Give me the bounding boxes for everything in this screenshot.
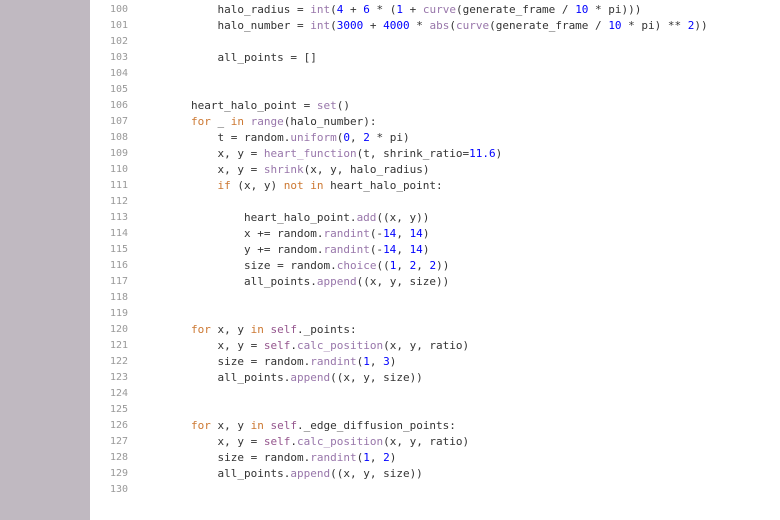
code-content[interactable]: size = random.randint(1, 2) xyxy=(138,450,396,466)
code-line[interactable]: 112 xyxy=(90,194,780,210)
code-line[interactable]: 111 if (x, y) not in heart_halo_point: xyxy=(90,178,780,194)
code-line[interactable]: 124 xyxy=(90,386,780,402)
line-number: 130 xyxy=(90,482,138,498)
code-line[interactable]: 110 x, y = shrink(x, y, halo_radius) xyxy=(90,162,780,178)
code-line[interactable]: 122 size = random.randint(1, 3) xyxy=(90,354,780,370)
line-number: 117 xyxy=(90,274,138,290)
line-number: 125 xyxy=(90,402,138,418)
line-number: 103 xyxy=(90,50,138,66)
code-line[interactable]: 121 x, y = self.calc_position(x, y, rati… xyxy=(90,338,780,354)
code-content[interactable]: all_points = [] xyxy=(138,50,317,66)
line-number: 126 xyxy=(90,418,138,434)
line-number: 129 xyxy=(90,466,138,482)
line-number: 127 xyxy=(90,434,138,450)
code-line[interactable]: 119 xyxy=(90,306,780,322)
code-line[interactable]: 125 xyxy=(90,402,780,418)
code-content[interactable]: all_points.append((x, y, size)) xyxy=(138,466,423,482)
line-number: 112 xyxy=(90,194,138,210)
line-number: 113 xyxy=(90,210,138,226)
line-number: 110 xyxy=(90,162,138,178)
code-line[interactable]: 103 all_points = [] xyxy=(90,50,780,66)
line-number: 101 xyxy=(90,18,138,34)
line-number: 124 xyxy=(90,386,138,402)
code-content[interactable]: x += random.randint(-14, 14) xyxy=(138,226,429,242)
code-content[interactable]: x, y = heart_function(t, shrink_ratio=11… xyxy=(138,146,502,162)
code-content[interactable]: x, y = self.calc_position(x, y, ratio) xyxy=(138,338,469,354)
line-number: 120 xyxy=(90,322,138,338)
code-line[interactable]: 127 x, y = self.calc_position(x, y, rati… xyxy=(90,434,780,450)
code-content[interactable]: if (x, y) not in heart_halo_point: xyxy=(138,178,443,194)
code-content[interactable]: for _ in range(halo_number): xyxy=(138,114,376,130)
code-content[interactable]: size = random.choice((1, 2, 2)) xyxy=(138,258,449,274)
line-number: 118 xyxy=(90,290,138,306)
code-line-container: 100 halo_radius = int(4 + 6 * (1 + curve… xyxy=(90,0,780,498)
code-line[interactable]: 113 heart_halo_point.add((x, y)) xyxy=(90,210,780,226)
code-line[interactable]: 106 heart_halo_point = set() xyxy=(90,98,780,114)
line-number: 100 xyxy=(90,2,138,18)
code-line[interactable]: 128 size = random.randint(1, 2) xyxy=(90,450,780,466)
code-line[interactable]: 105 xyxy=(90,82,780,98)
code-content[interactable]: all_points.append((x, y, size)) xyxy=(138,370,423,386)
code-line[interactable]: 115 y += random.randint(-14, 14) xyxy=(90,242,780,258)
code-line[interactable]: 101 halo_number = int(3000 + 4000 * abs(… xyxy=(90,18,780,34)
code-content[interactable]: all_points.append((x, y, size)) xyxy=(138,274,449,290)
code-content[interactable]: halo_number = int(3000 + 4000 * abs(curv… xyxy=(138,18,708,34)
line-number: 104 xyxy=(90,66,138,82)
line-number: 116 xyxy=(90,258,138,274)
line-number: 122 xyxy=(90,354,138,370)
code-content[interactable]: for x, y in self._edge_diffusion_points: xyxy=(138,418,456,434)
code-line[interactable]: 114 x += random.randint(-14, 14) xyxy=(90,226,780,242)
code-editor[interactable]: 100 halo_radius = int(4 + 6 * (1 + curve… xyxy=(90,0,780,520)
line-number: 109 xyxy=(90,146,138,162)
code-content[interactable]: y += random.randint(-14, 14) xyxy=(138,242,429,258)
line-number: 114 xyxy=(90,226,138,242)
code-content[interactable]: t = random.uniform(0, 2 * pi) xyxy=(138,130,410,146)
code-line[interactable]: 123 all_points.append((x, y, size)) xyxy=(90,370,780,386)
line-number: 106 xyxy=(90,98,138,114)
code-line[interactable]: 129 all_points.append((x, y, size)) xyxy=(90,466,780,482)
code-content[interactable]: size = random.randint(1, 3) xyxy=(138,354,396,370)
code-content[interactable]: x, y = shrink(x, y, halo_radius) xyxy=(138,162,429,178)
line-number: 111 xyxy=(90,178,138,194)
line-number: 128 xyxy=(90,450,138,466)
line-number: 107 xyxy=(90,114,138,130)
line-number: 102 xyxy=(90,34,138,50)
code-line[interactable]: 107 for _ in range(halo_number): xyxy=(90,114,780,130)
line-number: 119 xyxy=(90,306,138,322)
line-number: 108 xyxy=(90,130,138,146)
code-line[interactable]: 102 xyxy=(90,34,780,50)
code-line[interactable]: 117 all_points.append((x, y, size)) xyxy=(90,274,780,290)
code-line[interactable]: 130 xyxy=(90,482,780,498)
code-line[interactable]: 118 xyxy=(90,290,780,306)
line-number: 123 xyxy=(90,370,138,386)
code-content[interactable]: halo_radius = int(4 + 6 * (1 + curve(gen… xyxy=(138,2,641,18)
code-line[interactable]: 116 size = random.choice((1, 2, 2)) xyxy=(90,258,780,274)
code-line[interactable]: 120 for x, y in self._points: xyxy=(90,322,780,338)
line-number: 121 xyxy=(90,338,138,354)
code-content[interactable]: heart_halo_point.add((x, y)) xyxy=(138,210,429,226)
code-line[interactable]: 126 for x, y in self._edge_diffusion_poi… xyxy=(90,418,780,434)
code-line[interactable]: 109 x, y = heart_function(t, shrink_rati… xyxy=(90,146,780,162)
code-line[interactable]: 100 halo_radius = int(4 + 6 * (1 + curve… xyxy=(90,2,780,18)
code-content[interactable]: for x, y in self._points: xyxy=(138,322,357,338)
code-line[interactable]: 104 xyxy=(90,66,780,82)
code-content[interactable]: x, y = self.calc_position(x, y, ratio) xyxy=(138,434,469,450)
line-number: 105 xyxy=(90,82,138,98)
code-content[interactable]: heart_halo_point = set() xyxy=(138,98,350,114)
line-number: 115 xyxy=(90,242,138,258)
code-line[interactable]: 108 t = random.uniform(0, 2 * pi) xyxy=(90,130,780,146)
